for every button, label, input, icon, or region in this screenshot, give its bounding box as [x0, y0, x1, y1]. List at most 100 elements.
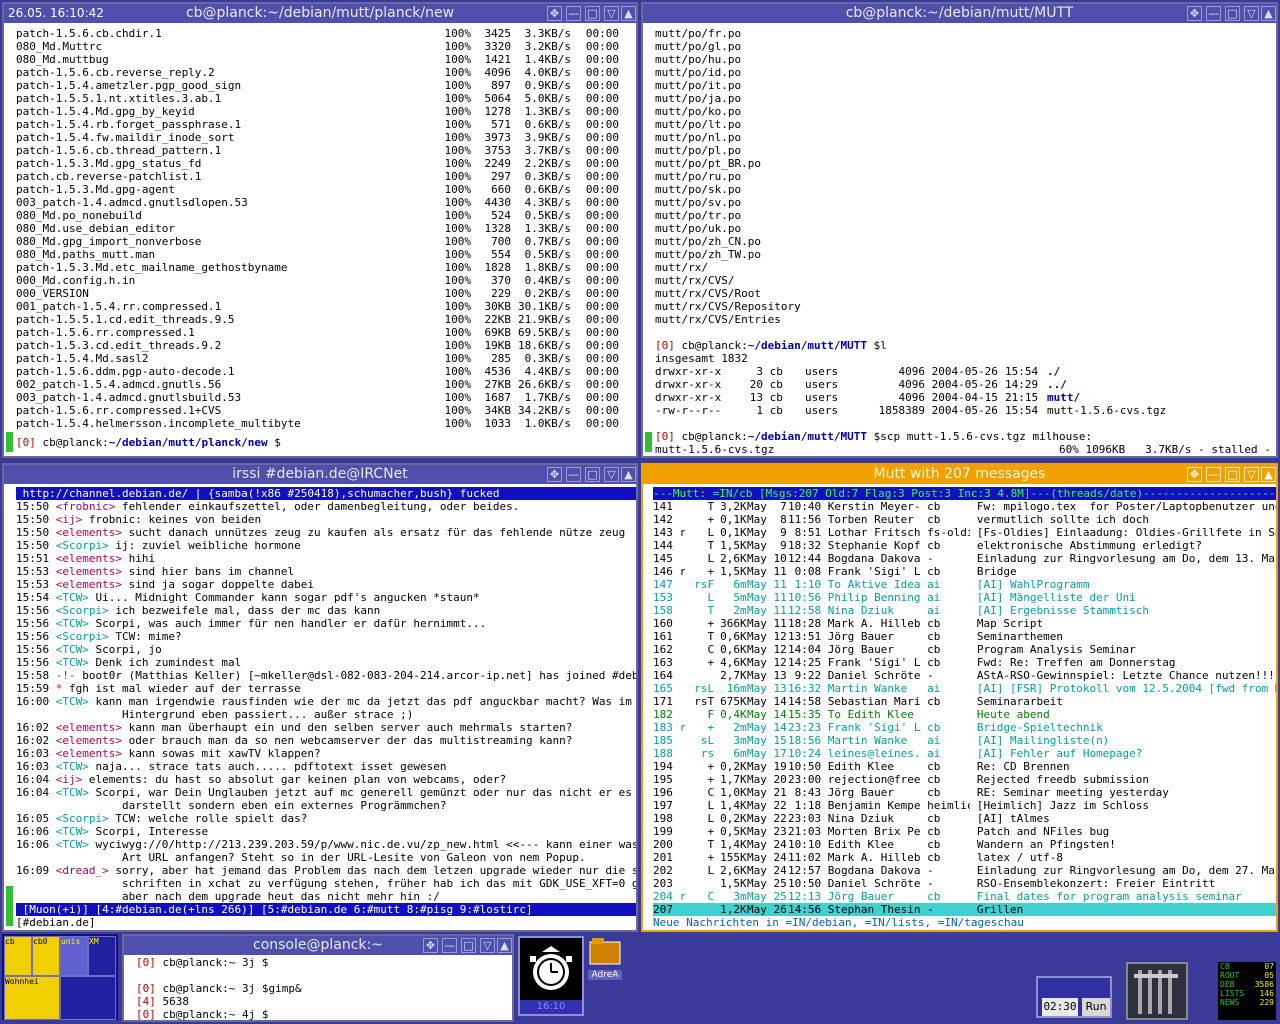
pager-desk-1[interactable]: cb — [4, 936, 32, 976]
pager-desk-3[interactable]: unis — [60, 936, 88, 976]
pager-desk-5[interactable]: Wohnhei — [4, 976, 60, 1020]
message-row[interactable]: 143 r L 0,1K May 9 8:51 Lothar Fritsch fs-ol… — [653, 526, 1276, 539]
message-row[interactable]: 171 rsT 675K May 14 14:58 Sebastian Mariu cb… — [653, 695, 1276, 708]
message-row[interactable]: 162 C 0,6K May 12 14:04 Jörg Bauer cb Progra… — [653, 643, 1276, 656]
message-row[interactable]: 147 rsF 6m May 11 1:10 To Aktive Ideal ai [A… — [653, 578, 1276, 591]
message-row[interactable]: 153 L 5m May 11 10:56 Philip Benning ai [AI]… — [653, 591, 1276, 604]
minimize-icon[interactable]: — — [566, 6, 581, 21]
menu-icon[interactable]: ▽ — [604, 467, 619, 482]
move-icon[interactable]: ✥ — [1187, 6, 1202, 21]
message-field: Edith Klee — [821, 838, 895, 851]
ls-field: 4096 — [898, 391, 926, 404]
scrollbar[interactable] — [645, 26, 652, 452]
maximize-icon[interactable]: □ — [461, 938, 476, 953]
mutt-dir-window-titlebar[interactable]: cb@planck:~/debian/mutt/MUTT ✥ — □ ▽ ▲ — [643, 4, 1276, 23]
run-button[interactable]: Run — [1082, 998, 1110, 1016]
menu-icon[interactable]: ▽ — [1244, 467, 1259, 482]
console-window[interactable]: console@planck:~ ✥ — □ ▽ ▲ [0] cb@planck… — [122, 934, 514, 1022]
message-row[interactable]: 142 +0,1K May 8 11:56 Torben Reuter cb verm… — [653, 513, 1276, 526]
transfer-percent: 100% — [444, 92, 472, 105]
maximize-icon[interactable]: □ — [585, 467, 600, 482]
message-row[interactable]: 195 +1,7K May 20 23:00 rejection@freed cb R… — [653, 773, 1276, 786]
close-icon[interactable]: ▲ — [1261, 467, 1276, 482]
message-row[interactable]: 201 +155K May 24 11:02 Mark A. Hillebr cb l… — [653, 851, 1276, 864]
alarm-clock-dock[interactable]: 16:10 — [518, 936, 584, 1016]
scrollbar[interactable] — [6, 26, 13, 452]
message-row[interactable]: 141 T 3,2K May 7 10:40 Kerstin Meyer-R cb Fw… — [653, 500, 1276, 513]
minimize-icon[interactable]: — — [1206, 6, 1221, 21]
message-field: 18:56 — [788, 734, 822, 747]
menu-icon[interactable]: ▽ — [604, 6, 619, 21]
close-icon[interactable]: ▲ — [621, 6, 636, 21]
message-row[interactable]: 146 r +1,5K May 11 0:08 Frank 'Sigi' Lu cb … — [653, 565, 1276, 578]
irssi-window[interactable]: irssi #debian.de@IRCNet ✥ — □ ▽ ▲ http:/… — [2, 463, 638, 932]
move-icon[interactable]: ✥ — [423, 938, 438, 953]
minimize-icon[interactable]: — — [442, 938, 457, 953]
move-icon[interactable]: ✥ — [547, 467, 562, 482]
transfer-percent: 100% — [444, 222, 472, 235]
message-row[interactable]: 203 1,5K May 25 10:50 Daniel Schröter - RSO… — [653, 877, 1276, 890]
adrea-dock[interactable]: AdreA — [588, 936, 622, 980]
move-icon[interactable]: ✥ — [1187, 467, 1202, 482]
move-icon[interactable]: ✥ — [547, 6, 562, 21]
message-row[interactable]: 183 r +2m May 14 23:23 Frank 'Sigi' Lu cb B… — [653, 721, 1276, 734]
message-row[interactable]: 185 sL 3m May 15 18:56 Martin Wanke ai [AI] … — [653, 734, 1276, 747]
message-row[interactable]: 199 +0,5K May 23 21:03 Morten Brix Ped cb P… — [653, 825, 1276, 838]
message-row[interactable]: 207 1,2K May 26 14:56 Stephan Thesing - Gri… — [653, 903, 1276, 916]
maximize-icon[interactable]: □ — [1225, 467, 1240, 482]
pager-desk-2[interactable]: cb0 — [32, 936, 60, 976]
ftp-window-titlebar[interactable]: 26.05. 16:10:42 cb@planck:~/debian/mutt/… — [4, 4, 636, 23]
message-row[interactable]: 198 L 0,2K May 22 23:03 Nina Dziuk cb [AI] t… — [653, 812, 1276, 825]
console-line: [4] 5638 — [136, 995, 512, 1008]
message-field: Fwd: Re: Treffen am Donnerstag — [970, 656, 1176, 669]
scrollbar[interactable] — [6, 487, 13, 926]
pager-desk-4[interactable]: XM — [88, 936, 116, 976]
close-icon[interactable]: ▲ — [1261, 6, 1276, 21]
irc-message: 16:02 <elements> kann man überhaupt ein … — [16, 721, 636, 734]
close-icon[interactable]: ▲ — [497, 938, 512, 953]
minimize-icon[interactable]: — — [566, 467, 581, 482]
menu-icon[interactable]: ▽ — [480, 938, 495, 953]
shell-prompt[interactable]: [0] cb@planck:~/debian/mutt/MUTT $l — [655, 339, 1276, 352]
message-row[interactable]: 197 L 1,4K May 22 1:18 Benjamin Kempe heimli… — [653, 799, 1276, 812]
message-row[interactable]: 160 +366K May 11 18:28 Mark A. Hillebr cb M… — [653, 617, 1276, 630]
console-window-titlebar[interactable]: console@planck:~ ✥ — □ ▽ ▲ — [124, 936, 512, 955]
message-row[interactable]: 182 F 0,4K May 14 15:35 To Edith Klee Heute … — [653, 708, 1276, 721]
maximize-icon[interactable]: □ — [585, 6, 600, 21]
mutt-dir-terminal-window[interactable]: cb@planck:~/debian/mutt/MUTT ✥ — □ ▽ ▲ m… — [641, 2, 1278, 458]
message-row[interactable]: 161 T 0,6K May 12 13:51 Jörg Bauer cb Semina… — [653, 630, 1276, 643]
maximize-icon[interactable]: □ — [1225, 6, 1240, 21]
message-row[interactable]: 204 r C 3m May 25 12:13 Jörg Bauer cb Final … — [653, 890, 1276, 903]
message-row[interactable]: 202 L 2,6K May 24 12:57 Bogdana Dakova - Ein… — [653, 864, 1276, 877]
mixer-dock[interactable] — [1126, 962, 1188, 1020]
message-row[interactable]: 163 +4,6K May 12 14:25 Frank 'Sigi' Lu cb F… — [653, 656, 1276, 669]
message-row[interactable]: 144 T 1,5K May 9 18:32 Stephanie Kopf cb ele… — [653, 539, 1276, 552]
message-row[interactable]: 188 rs 6m May 17 10:24 leines@leines.d ai [A… — [653, 747, 1276, 760]
irssi-window-titlebar[interactable]: irssi #debian.de@IRCNet ✥ — □ ▽ ▲ — [4, 465, 636, 484]
desktop-pager[interactable]: cb cb0 unis XM Wohnhei — [2, 934, 118, 1020]
message-row[interactable]: 196 C 1,0K May 21 8:43 Jörg Bauer cb RE: Sem… — [653, 786, 1276, 799]
message-row[interactable]: 200 T 1,4K May 24 10:10 Edith Klee cb Wander… — [653, 838, 1276, 851]
run-box[interactable]: 02:30 Run — [1036, 976, 1112, 1018]
mutt-window[interactable]: Mutt with 207 messages ✥ — □ ▽ ▲ ---Mutt… — [641, 463, 1278, 932]
ftp-terminal-window[interactable]: 26.05. 16:10:42 cb@planck:~/debian/mutt/… — [2, 2, 638, 458]
message-field: [AI] WahlProgramm — [970, 578, 1090, 591]
pager-desk-6[interactable] — [60, 976, 116, 1020]
mutt-window-titlebar[interactable]: Mutt with 207 messages ✥ — □ ▽ ▲ — [643, 465, 1276, 484]
message-row[interactable]: 158 T 2m May 11 12:58 Nina Dziuk ai [AI] Erg… — [653, 604, 1276, 617]
transfer-rate: 2.2KB/s — [524, 157, 571, 170]
minimize-icon[interactable]: — — [1206, 467, 1221, 482]
message-field: 0,2K — [720, 812, 747, 825]
message-field: May 22 — [747, 799, 787, 812]
transfer-file: patch-1.5.6.ddm.pgp-auto-decode.1 — [16, 365, 235, 378]
message-row[interactable]: 145 L 2,6K May 10 12:44 Bogdana Dakova - Ein… — [653, 552, 1276, 565]
menu-icon[interactable]: ▽ — [1244, 6, 1259, 21]
shell-prompt[interactable]: [0] cb@planck:~/debian/mutt/planck/new $ — [16, 436, 636, 449]
close-icon[interactable]: ▲ — [621, 467, 636, 482]
message-row[interactable]: 165 rsL 16m May 13 16:32 Martin Wanke ai [AI… — [653, 682, 1276, 695]
irc-input[interactable]: [#debian.de] — [16, 916, 636, 929]
message-row[interactable]: 194 +0,2K May 19 10:50 Edith Klee cb Re: CD… — [653, 760, 1276, 773]
mutt-index[interactable]: ---Mutt: =IN/cb [Msgs:207 Old:7 Flag:3 P… — [653, 487, 1276, 930]
message-row[interactable]: 164 2,7K May 13 9:22 Daniel Schröter - AStA… — [653, 669, 1276, 682]
shell-prompt[interactable]: [0] cb@planck:~/debian/mutt/MUTT $scp mu… — [655, 430, 1276, 443]
